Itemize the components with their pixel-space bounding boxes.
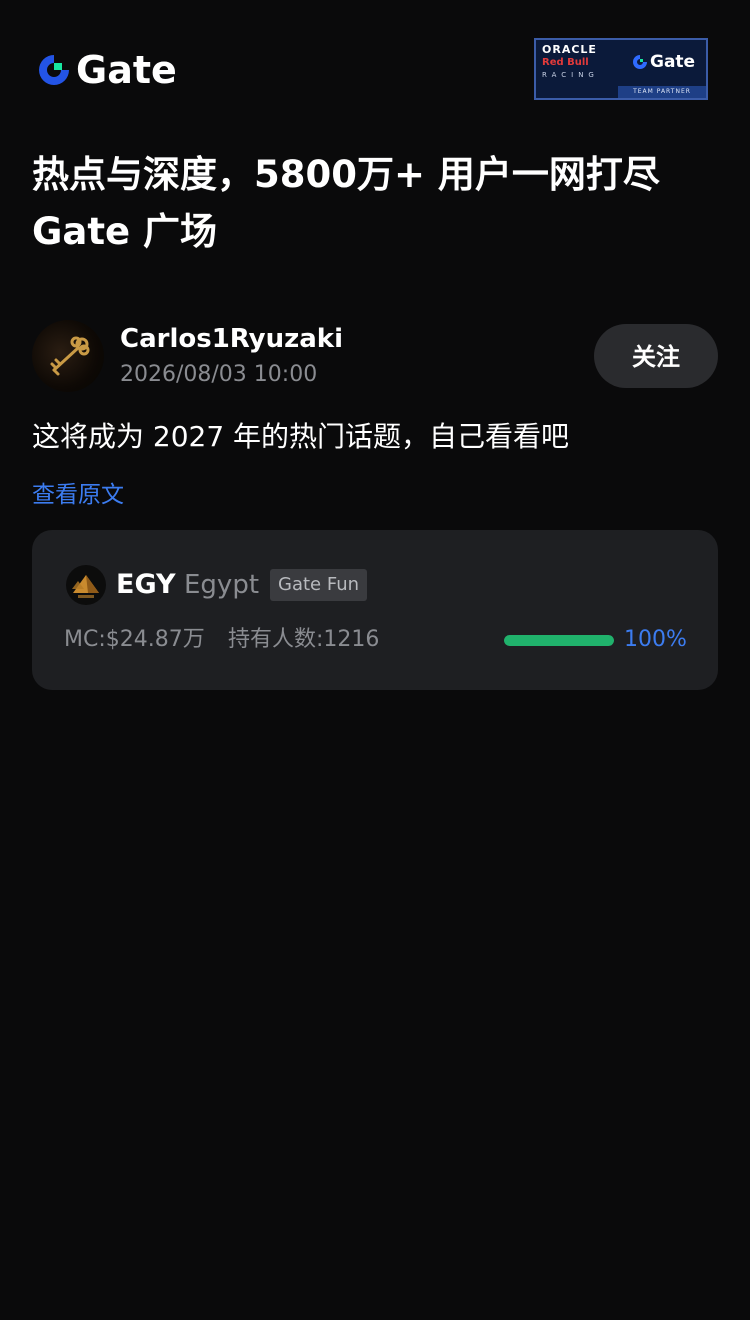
- page-headline: 热点与深度，5800万+ 用户一网打尽 Gate 广场: [32, 146, 722, 260]
- headline-line-2: Gate 广场: [32, 210, 217, 253]
- gate-logo-icon: [39, 55, 69, 85]
- logo-text: Gate: [76, 48, 177, 92]
- golden-key-avatar: [50, 336, 90, 376]
- partner-gate-text: Gate: [650, 52, 696, 72]
- pyramid-token-icon: [66, 565, 106, 605]
- team-partner-strip: TEAM PARTNER: [618, 86, 706, 98]
- gate-logo[interactable]: Gate: [36, 48, 177, 92]
- oracle-redbull-racing-logo: ORACLE Red Bull RACING: [542, 44, 622, 92]
- avatar[interactable]: [32, 320, 104, 392]
- post-timestamp: 2026/08/03 10:00: [120, 362, 318, 387]
- app-header: Gate ORACLE Red Bull RACING Gate TEAM PA…: [0, 0, 750, 130]
- view-original-link[interactable]: 查看原文: [32, 476, 124, 514]
- token-holders: 持有人数:1216: [228, 627, 380, 652]
- follow-button[interactable]: 关注: [594, 324, 718, 388]
- author-name[interactable]: Carlos1Ryuzaki: [120, 322, 343, 356]
- gate-logo-small-icon: [633, 55, 647, 69]
- token-tag: Gate Fun: [270, 569, 368, 601]
- oracle-text: ORACLE: [542, 43, 597, 56]
- headline-line-1: 热点与深度，5800万+ 用户一网打尽: [32, 153, 660, 196]
- token-market-cap: MC:$24.87万: [64, 627, 205, 652]
- token-name: Egypt: [184, 570, 260, 600]
- post-author-row: Carlos1Ryuzaki 2026/08/03 10:00 关注: [32, 320, 718, 392]
- token-progress-bar: [504, 635, 614, 646]
- post-content: 这将成为 2027 年的热门话题，自己看看吧: [32, 420, 570, 453]
- token-progress-fill: [504, 635, 614, 646]
- redbull-text: Red Bull: [542, 57, 589, 68]
- team-partner-badge: ORACLE Red Bull RACING Gate TEAM PARTNER: [534, 38, 708, 100]
- token-symbol: EGY: [116, 569, 176, 600]
- token-progress-label: 100%: [624, 627, 687, 652]
- token-card[interactable]: EGY Egypt Gate Fun MC:$24.87万 持有人数:1216 …: [32, 530, 718, 690]
- racing-text: RACING: [542, 71, 599, 79]
- partner-gate-logo: Gate: [632, 52, 695, 72]
